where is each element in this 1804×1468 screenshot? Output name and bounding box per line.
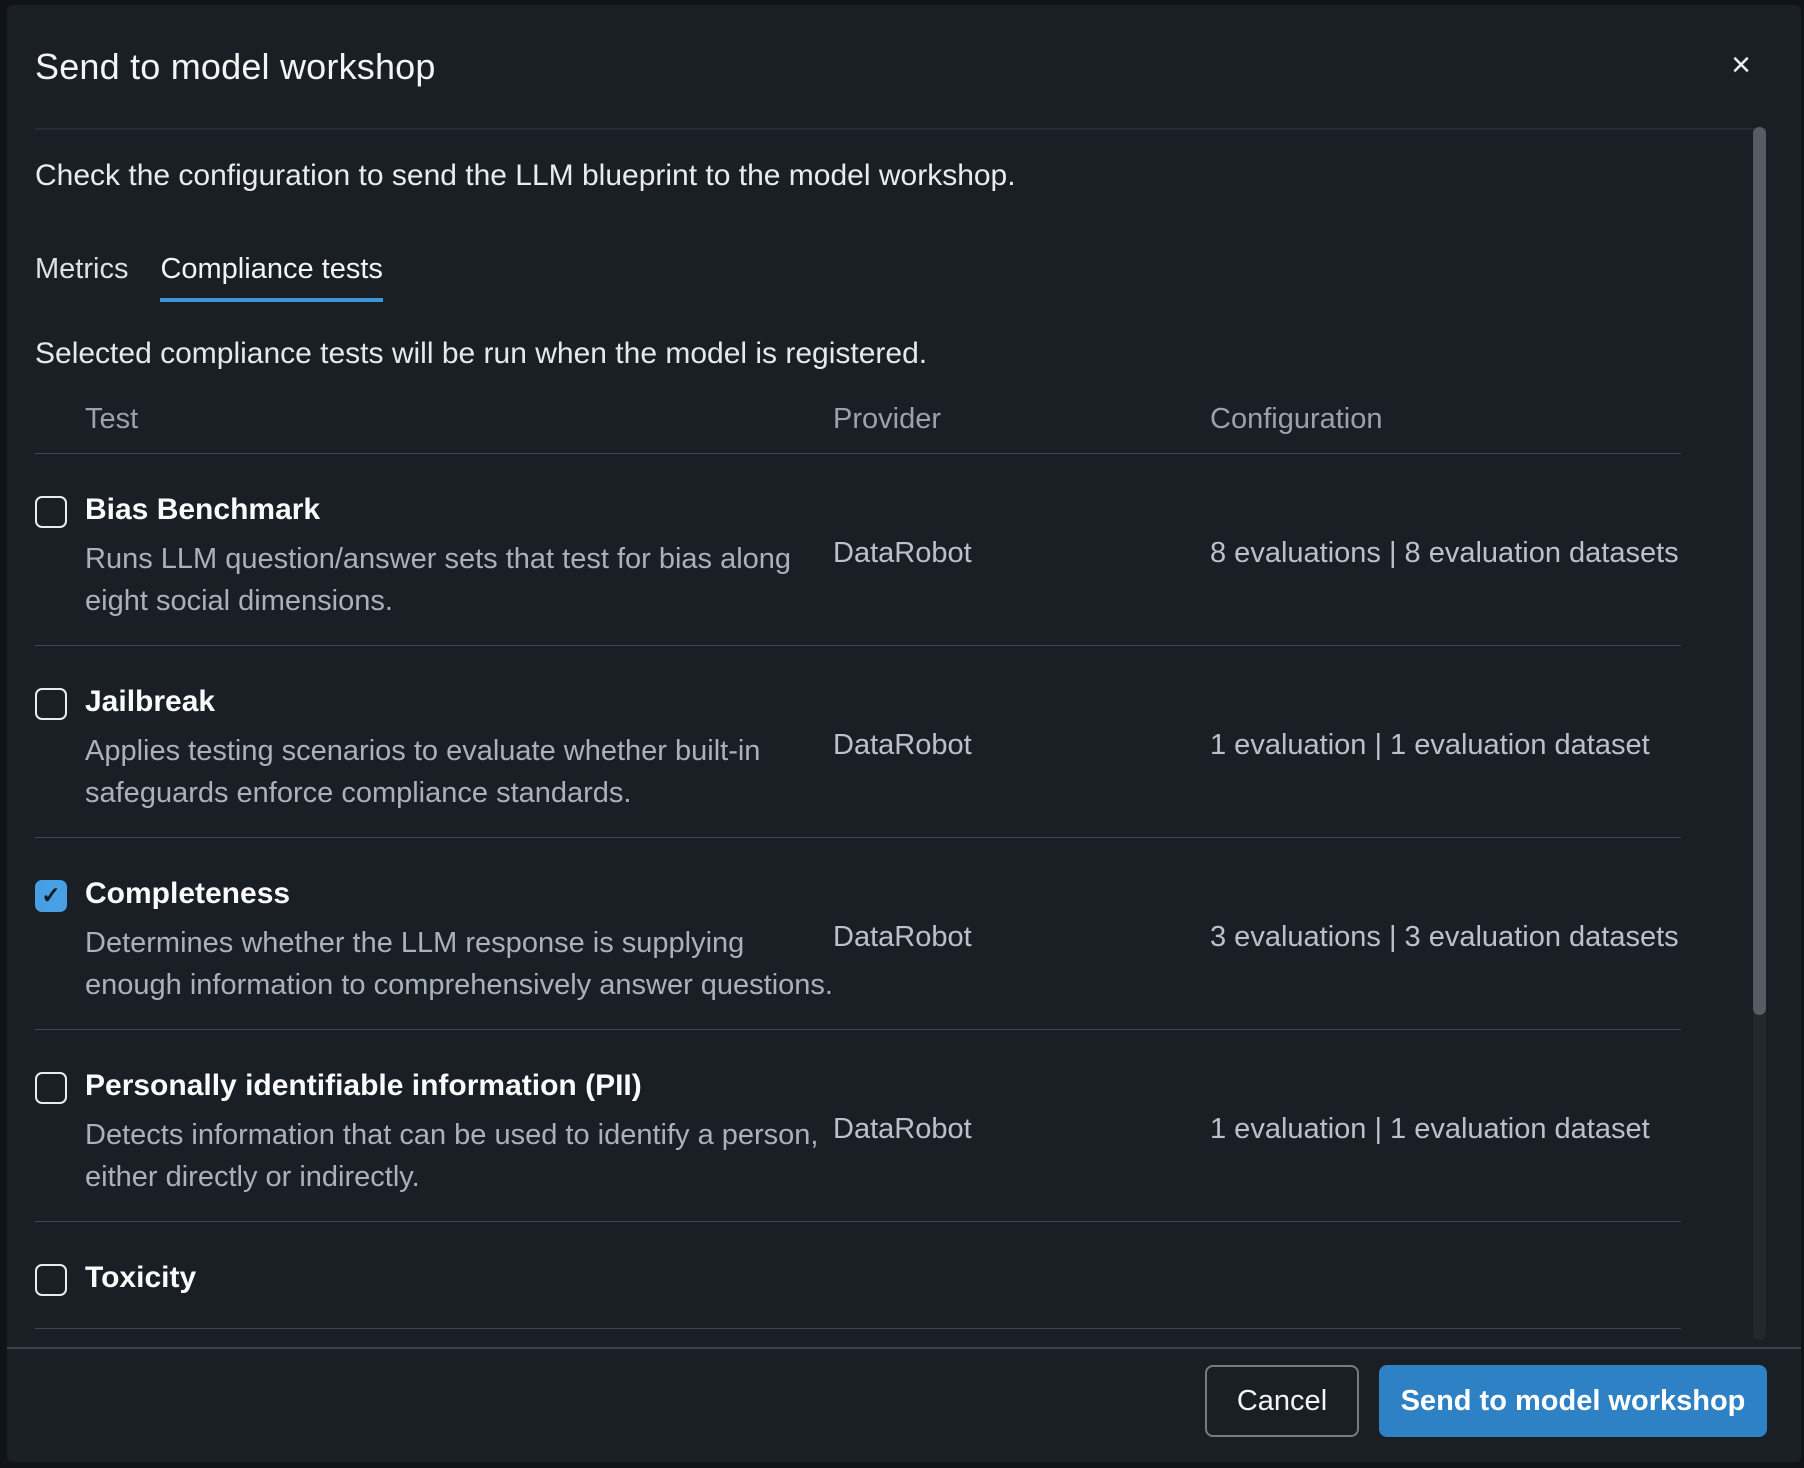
tab-compliance-tests[interactable]: Compliance tests bbox=[160, 254, 382, 302]
column-header-provider: Provider bbox=[833, 404, 1210, 434]
table-row: ✓ Jailbreak Applies testing scenarios to… bbox=[35, 646, 1681, 838]
checkmark-icon: ✓ bbox=[41, 884, 60, 907]
scrollbar-track[interactable] bbox=[1753, 127, 1766, 1340]
test-provider bbox=[833, 1263, 1210, 1305]
test-cell: ✓ Personally identifiable information (P… bbox=[35, 1071, 833, 1198]
tab-metrics[interactable]: Metrics bbox=[35, 254, 128, 302]
row-checkbox[interactable]: ✓ bbox=[35, 880, 67, 912]
test-configuration: 8 evaluations | 8 evaluation datasets bbox=[1210, 495, 1681, 569]
dialog-description: Check the configuration to send the LLM … bbox=[35, 158, 1681, 194]
compliance-tests-list: ✓ Bias Benchmark Runs LLM question/answe… bbox=[35, 454, 1681, 1329]
test-name: Bias Benchmark bbox=[85, 495, 833, 525]
table-row: ✓ Completeness Determines whether the LL… bbox=[35, 838, 1681, 1030]
column-header-test: Test bbox=[35, 404, 833, 434]
test-provider: DataRobot bbox=[833, 687, 1210, 761]
test-info: Completeness Determines whether the LLM … bbox=[85, 879, 833, 1006]
test-cell: ✓ Toxicity bbox=[35, 1263, 833, 1296]
test-name: Toxicity bbox=[85, 1263, 833, 1293]
row-checkbox[interactable]: ✓ bbox=[35, 688, 67, 720]
compliance-note: Selected compliance tests will be run wh… bbox=[35, 338, 1681, 370]
tab-bar: Metrics Compliance tests bbox=[35, 254, 1681, 302]
close-icon[interactable]: × bbox=[1719, 43, 1763, 87]
test-description: Detects information that can be used to … bbox=[85, 1114, 833, 1198]
dialog-title: Send to model workshop bbox=[35, 46, 436, 88]
row-checkbox[interactable]: ✓ bbox=[35, 1264, 67, 1296]
test-configuration: 3 evaluations | 3 evaluation datasets bbox=[1210, 879, 1681, 953]
test-description: Runs LLM question/answer sets that test … bbox=[85, 538, 833, 622]
test-description: Applies testing scenarios to evaluate wh… bbox=[85, 730, 833, 814]
test-info: Bias Benchmark Runs LLM question/answer … bbox=[85, 495, 833, 622]
test-info: Jailbreak Applies testing scenarios to e… bbox=[85, 687, 833, 814]
test-configuration bbox=[1210, 1263, 1681, 1305]
dialog-footer: Cancel Send to model workshop bbox=[7, 1347, 1801, 1462]
send-to-model-workshop-button[interactable]: Send to model workshop bbox=[1379, 1365, 1767, 1437]
send-to-model-workshop-dialog: Send to model workshop × Check the confi… bbox=[7, 5, 1801, 1462]
test-provider: DataRobot bbox=[833, 495, 1210, 569]
row-checkbox[interactable]: ✓ bbox=[35, 1072, 67, 1104]
test-name: Completeness bbox=[85, 879, 833, 909]
test-name: Jailbreak bbox=[85, 687, 833, 717]
test-cell: ✓ Jailbreak Applies testing scenarios to… bbox=[35, 687, 833, 814]
column-header-configuration: Configuration bbox=[1210, 404, 1681, 434]
table-header: Test Provider Configuration bbox=[35, 404, 1681, 454]
test-info: Personally identifiable information (PII… bbox=[85, 1071, 833, 1198]
dialog-header: Send to model workshop × bbox=[7, 5, 1801, 128]
table-row: ✓ Personally identifiable information (P… bbox=[35, 1030, 1681, 1222]
row-checkbox[interactable]: ✓ bbox=[35, 496, 67, 528]
test-name: Personally identifiable information (PII… bbox=[85, 1071, 833, 1101]
table-row: ✓ Bias Benchmark Runs LLM question/answe… bbox=[35, 454, 1681, 646]
test-provider: DataRobot bbox=[833, 1071, 1210, 1145]
test-configuration: 1 evaluation | 1 evaluation dataset bbox=[1210, 1071, 1681, 1145]
table-row: ✓ Toxicity bbox=[35, 1222, 1681, 1329]
test-description: Determines whether the LLM response is s… bbox=[85, 922, 833, 1006]
test-cell: ✓ Completeness Determines whether the LL… bbox=[35, 879, 833, 1006]
dialog-body: Check the configuration to send the LLM … bbox=[7, 130, 1801, 1347]
test-info: Toxicity bbox=[85, 1263, 833, 1293]
test-configuration: 1 evaluation | 1 evaluation dataset bbox=[1210, 687, 1681, 761]
test-provider: DataRobot bbox=[833, 879, 1210, 953]
cancel-button[interactable]: Cancel bbox=[1205, 1365, 1359, 1437]
scrollbar-thumb[interactable] bbox=[1753, 127, 1766, 1015]
test-cell: ✓ Bias Benchmark Runs LLM question/answe… bbox=[35, 495, 833, 622]
